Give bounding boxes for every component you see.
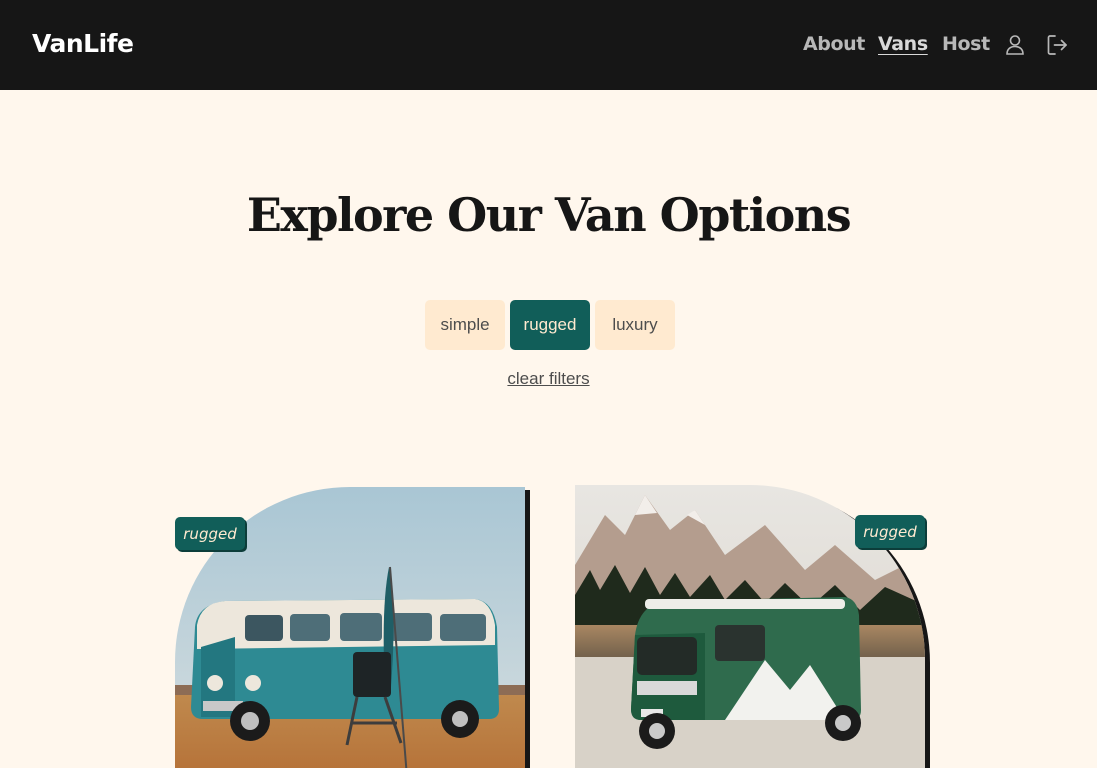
user-icon[interactable] (1004, 33, 1026, 57)
van-type-badge: rugged (175, 517, 245, 550)
nav-host[interactable]: Host (942, 33, 990, 55)
nav-about[interactable]: About (803, 33, 865, 55)
van-card[interactable]: rugged (175, 487, 530, 768)
nav-vans[interactable]: Vans (878, 33, 928, 55)
page-title: Explore Our Van Options (246, 188, 852, 242)
logout-icon[interactable] (1046, 33, 1068, 57)
clear-filters-link[interactable]: clear filters (507, 369, 589, 388)
filter-rugged-button[interactable]: rugged (510, 300, 590, 350)
site-header: VanLife About Vans Host (0, 0, 1097, 90)
filter-simple-button[interactable]: simple (425, 300, 505, 350)
clear-filters-row: clear filters (0, 369, 1097, 389)
logo-link[interactable]: VanLife (32, 29, 134, 58)
van-card[interactable]: rugged (575, 485, 930, 768)
filter-luxury-button[interactable]: luxury (595, 300, 675, 350)
van-type-badge: rugged (855, 515, 925, 548)
